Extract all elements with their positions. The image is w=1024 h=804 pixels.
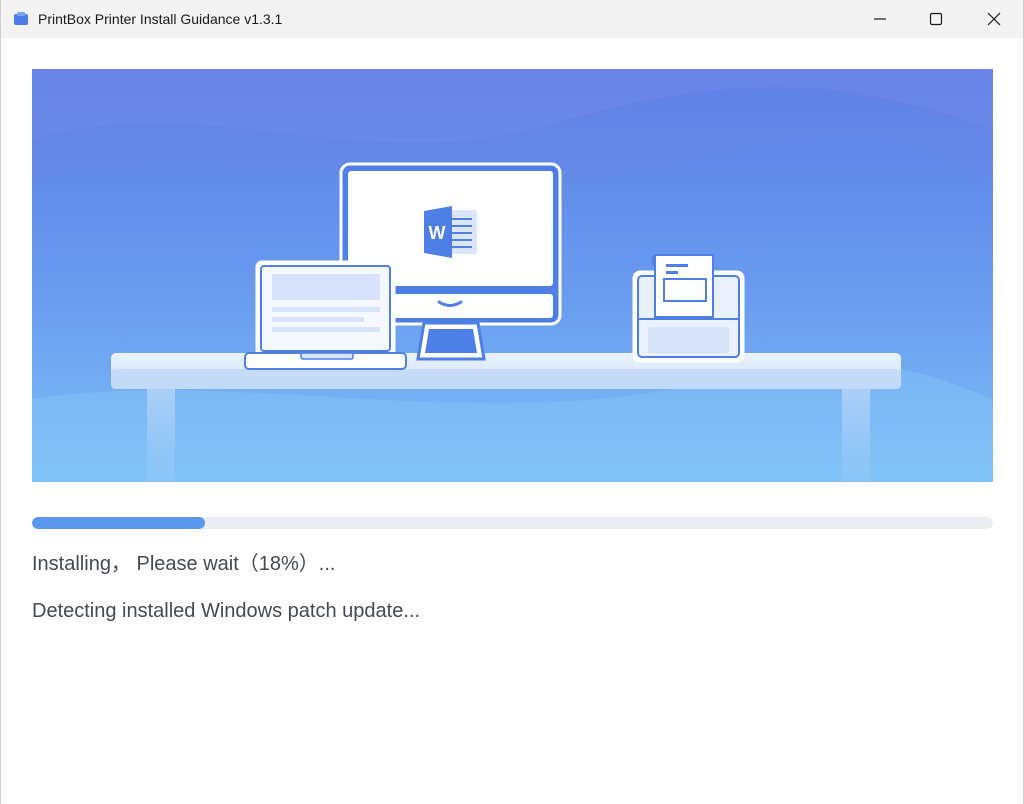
word-icon-letter: W [429, 223, 446, 243]
word-document-icon: W [424, 206, 477, 258]
minimize-button[interactable] [851, 0, 909, 38]
maximize-button[interactable] [907, 0, 965, 38]
title-bar[interactable]: PrintBox Printer Install Guidance v1.3.1 [1, 0, 1023, 38]
progress-fill [32, 517, 205, 529]
close-button[interactable] [965, 0, 1023, 38]
install-status-text: Installing， Please wait（18%）... [32, 553, 336, 575]
table-leg-left [147, 387, 175, 482]
receipt-printer [632, 254, 745, 363]
desk-illustration: W [32, 69, 993, 482]
maximize-icon [929, 12, 943, 26]
hero-illustration: W [32, 69, 993, 482]
laptop [244, 260, 407, 370]
table-leg-right [842, 387, 870, 482]
install-detail-text: Detecting installed Windows patch update… [32, 600, 420, 622]
installer-window: PrintBox Printer Install Guidance v1.3.1 [0, 0, 1024, 804]
progress-bar [32, 517, 993, 529]
close-icon [987, 12, 1001, 26]
minimize-icon [874, 18, 886, 20]
app-icon [14, 12, 28, 25]
window-title: PrintBox Printer Install Guidance v1.3.1 [38, 11, 283, 27]
